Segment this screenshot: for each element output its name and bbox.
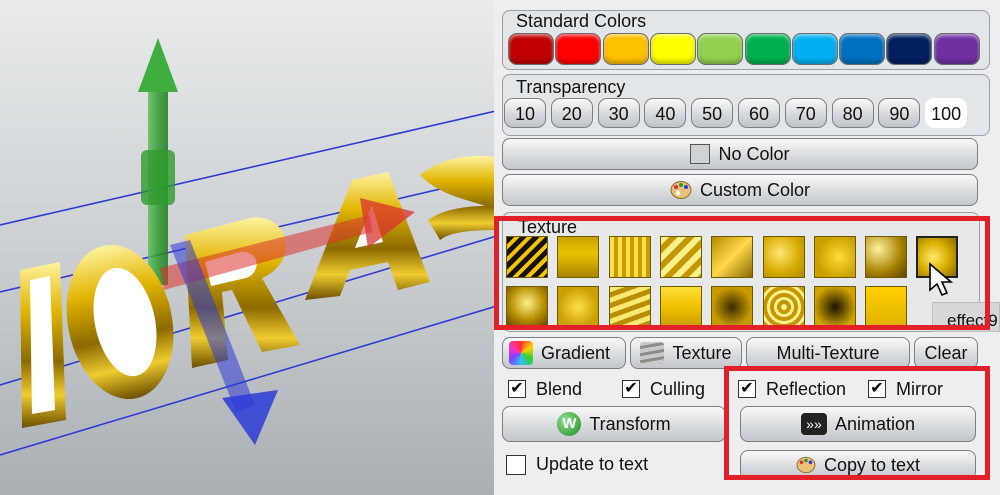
clear-button-label: Clear [924,342,968,363]
gradient-icon [509,341,533,365]
3d-text-object[interactable] [20,155,500,428]
culling-label: Culling [650,379,706,399]
texture-tab-icon [640,342,665,364]
transparency-90-button[interactable]: 90 [878,98,921,128]
custom-color-button[interactable]: Custom Color [502,174,978,206]
gradient-tab[interactable]: Gradient [502,337,626,369]
transform-icon: W [557,412,582,436]
swatch-dark-blue[interactable] [886,33,933,65]
gradient-tab-label: Gradient [541,342,611,363]
multi-texture-tab[interactable]: Multi-Texture [746,337,910,369]
transform-button[interactable]: W Transform [502,406,726,442]
transparency-10-button[interactable]: 10 [504,98,546,128]
transparency-70-button[interactable]: 70 [784,98,827,128]
transparency-30-button[interactable]: 30 [597,98,640,128]
transparency-100-button[interactable]: 100 [925,98,968,128]
3d-viewport[interactable] [0,0,500,495]
transparency-50-button[interactable]: 50 [691,98,734,128]
clear-button[interactable]: Clear [914,337,978,369]
culling-checkbox[interactable]: ✔ [622,380,640,398]
texture-tab-label: Texture [672,342,732,363]
blend-label: Blend [536,379,583,399]
texture-tab[interactable]: Texture [630,337,742,369]
3d-scene[interactable] [0,0,500,495]
swatch-dark-red[interactable] [508,33,554,65]
reflection-animation-highlight-box [724,366,990,480]
transparency-20-button[interactable]: 20 [550,98,593,128]
palette-icon [670,181,692,199]
blend-checkbox[interactable]: ✔ [508,380,526,398]
no-color-label: No Color [718,143,790,164]
swatch-red[interactable] [555,33,602,65]
transparency-40-button[interactable]: 40 [644,98,687,128]
swatch-green[interactable] [744,33,791,65]
swatch-blue[interactable] [839,33,886,65]
swatch-purple[interactable] [933,33,980,65]
swatch-orange[interactable] [602,33,649,65]
swatch-light-green[interactable] [697,33,744,65]
properties-panel: Standard Colors Transparency 10 20 30 40 50 6… [494,0,1000,495]
no-color-icon [690,144,711,164]
transparency-80-button[interactable]: 80 [831,98,874,128]
no-color-button[interactable]: No Color [502,138,978,170]
custom-color-label: Custom Color [699,179,811,200]
swatch-light-blue[interactable] [791,33,838,65]
update-to-text-checkbox[interactable] [506,455,526,475]
standard-colors-title: Standard Colors [516,11,647,31]
transparency-60-button[interactable]: 60 [738,98,780,128]
transform-label: Transform [589,413,671,434]
multi-texture-tab-label: Multi-Texture [776,342,880,363]
swatch-yellow[interactable] [649,33,696,65]
update-to-text-label: Update to text [536,454,649,474]
transparency-title: Transparency [516,77,626,97]
texture-highlight-box [494,216,990,330]
